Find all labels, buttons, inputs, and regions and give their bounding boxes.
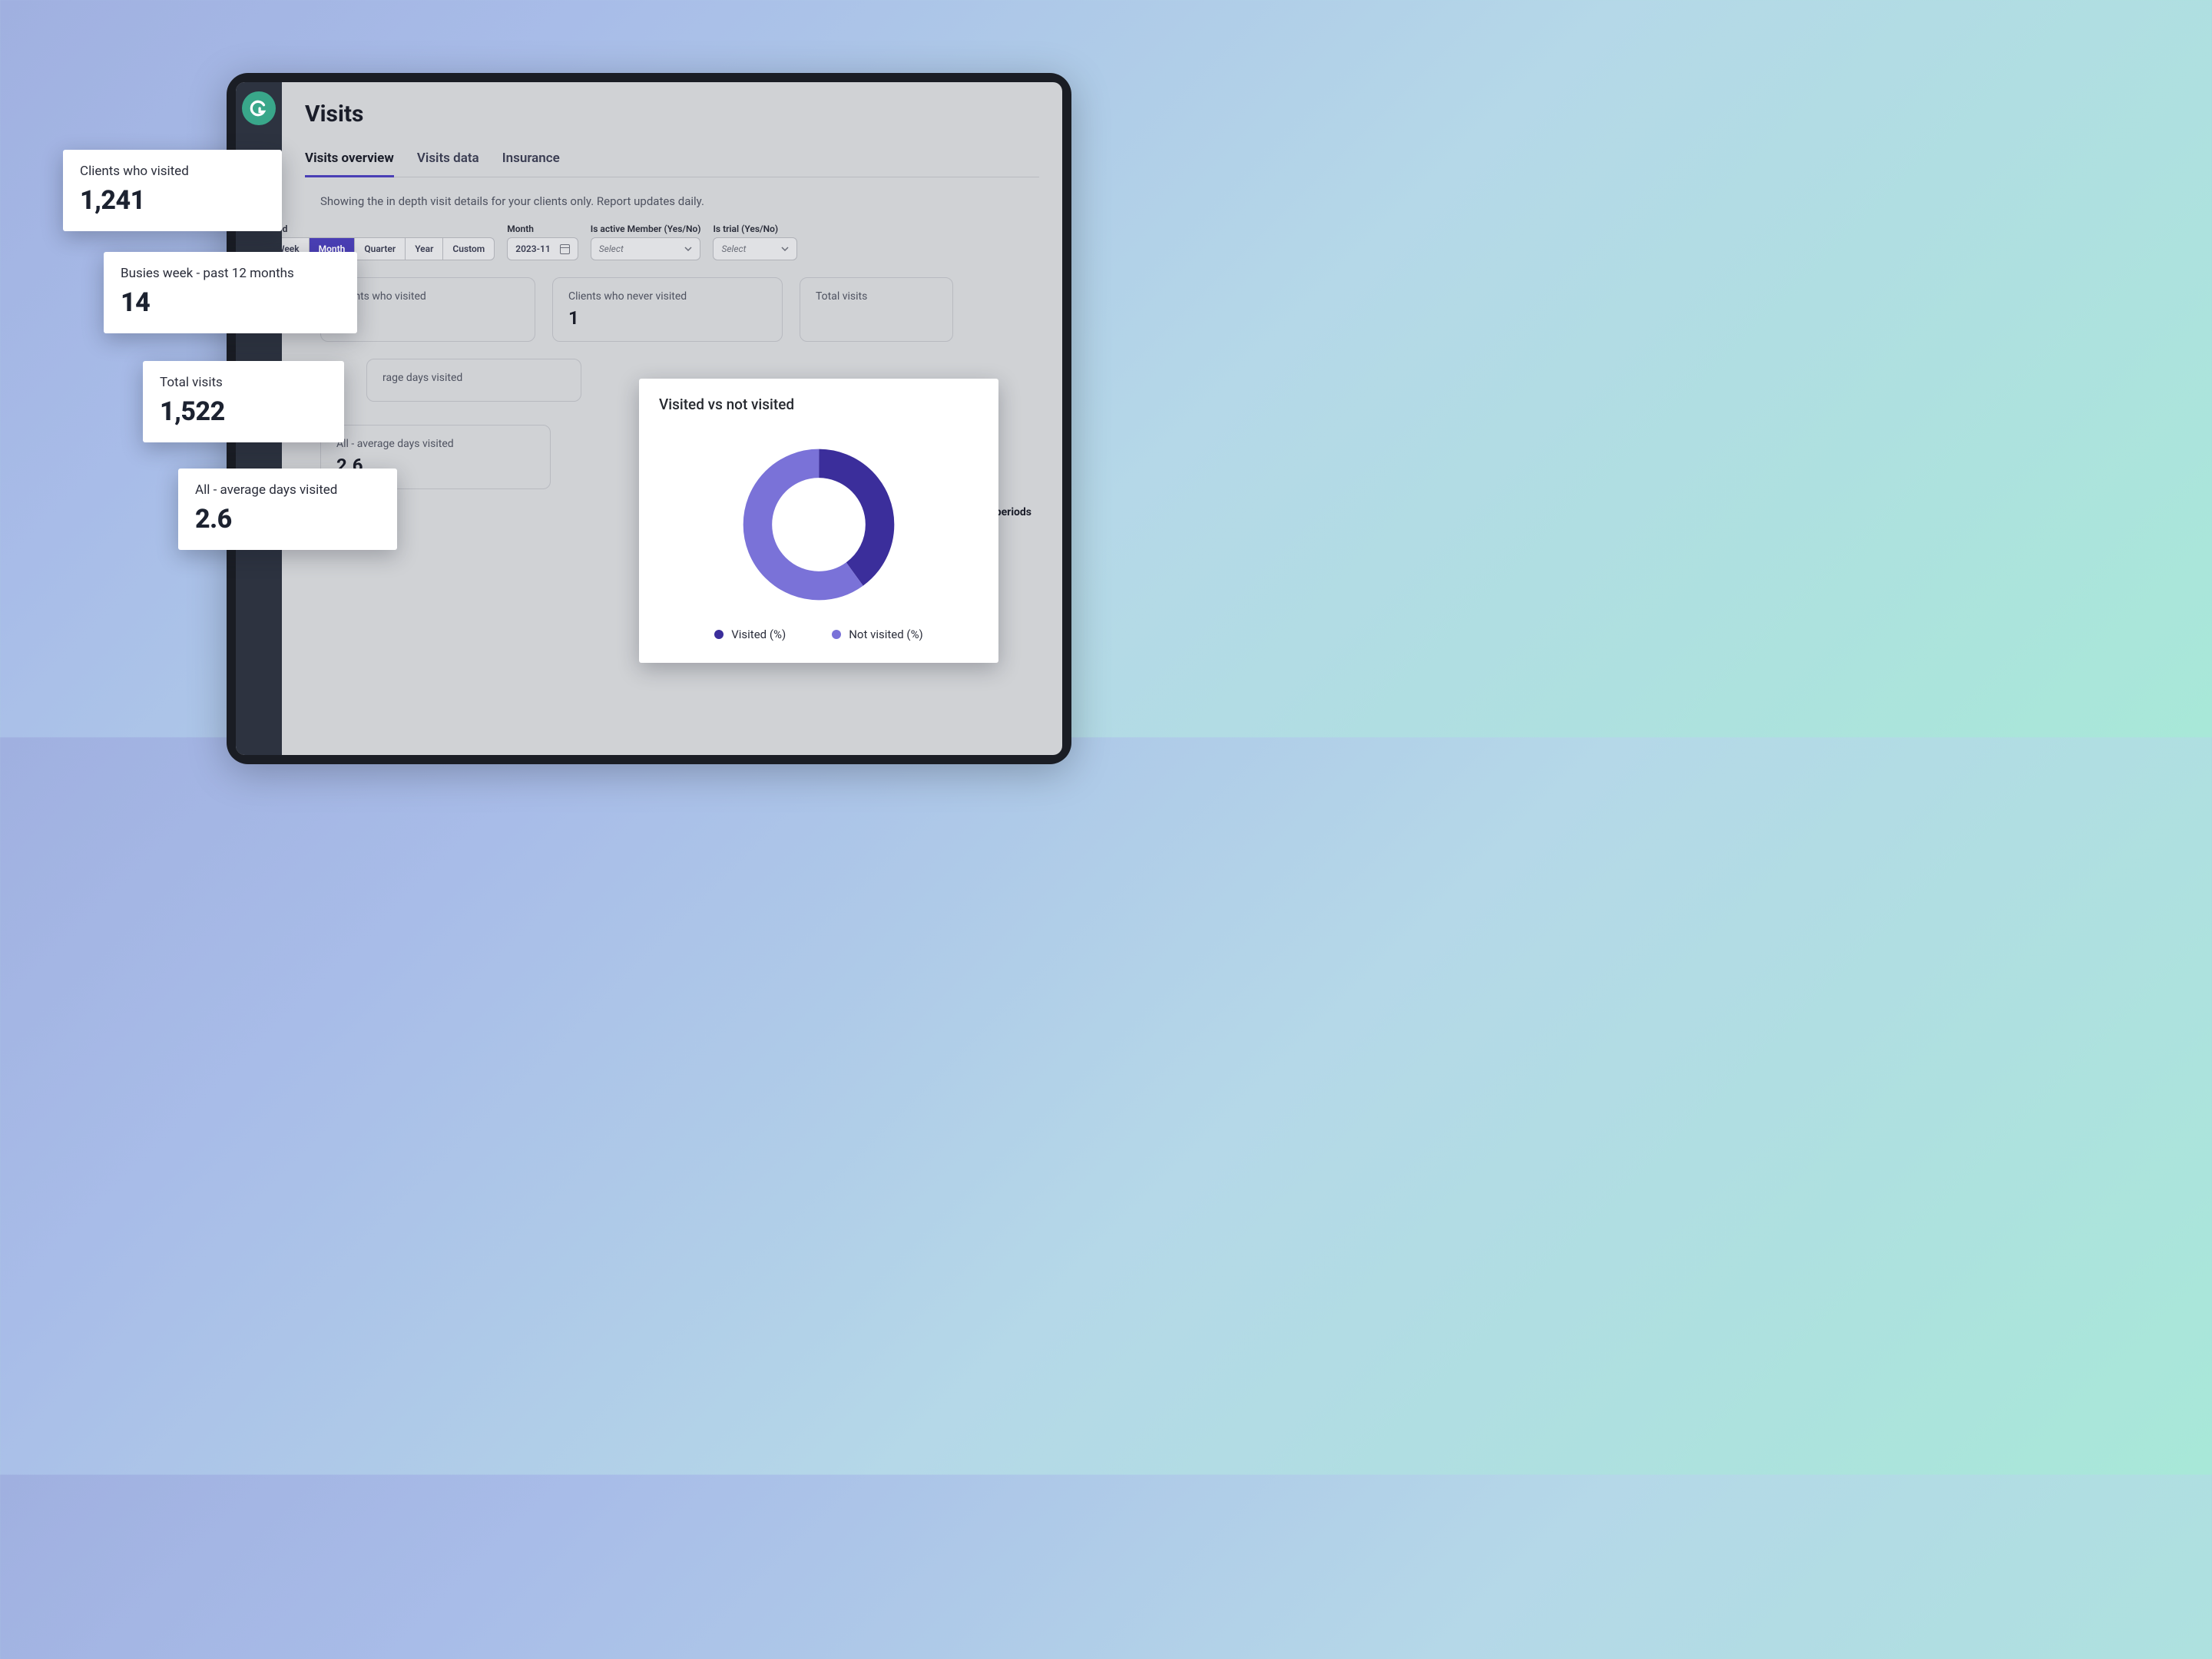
tab-visits-data[interactable]: Visits data [417,146,479,177]
highlight-card-avg-days: All - average days visited 2.6 [178,469,397,550]
donut-chart [659,421,979,628]
trial-select[interactable]: Select [713,237,797,260]
metric-value: 41 [336,307,519,329]
legend-visited: Visited (%) [714,628,786,641]
period-label: eriod [282,224,495,234]
tab-insurance[interactable]: Insurance [502,146,560,177]
metric-label: Clients who visited [336,290,519,303]
period-quarter[interactable]: Quarter [355,238,406,260]
logo-g-icon [249,98,269,118]
legend-dot-icon [832,630,841,639]
chevron-down-icon [781,247,789,251]
app-logo[interactable] [242,91,276,125]
highlight-card-clients-visited: Clients who visited 1,241 [63,150,282,231]
highlight-value: 1,241 [80,185,265,216]
period-year[interactable]: Year [406,238,443,260]
chart-legend: Visited (%) Not visited (%) [659,628,979,646]
highlight-value: 2.6 [195,504,380,535]
calendar-icon [560,244,570,254]
active-member-label: Is active Member (Yes/No) [591,224,701,234]
highlight-label: All - average days visited [195,482,380,498]
tabs: Visits overview Visits data Insurance [305,146,1039,177]
month-filter: Month 2023-11 [507,224,578,260]
period-custom[interactable]: Custom [443,238,494,260]
legend-dot-icon [714,630,724,639]
highlight-label: Busies week - past 12 months [121,266,340,281]
highlight-card-total-visits: Total visits 1,522 [143,361,344,442]
select-placeholder: Select [599,243,624,254]
metric-row-1: Clients who visited 41 Clients who never… [320,277,1039,342]
month-picker[interactable]: 2023-11 [507,237,578,260]
metric-label: All - average days visited [336,438,535,450]
legend-label: Not visited (%) [849,628,923,641]
month-label: Month [507,224,578,234]
highlight-label: Clients who visited [80,164,265,179]
legend-not-visited: Not visited (%) [832,628,923,641]
month-value: 2023-11 [515,243,551,254]
highlight-label: Total visits [160,375,327,390]
trial-label: Is trial (Yes/No) [713,224,797,234]
metric-value: 1 [568,307,767,329]
highlight-value: 14 [121,287,340,318]
metric-label: Clients who never visited [568,290,767,303]
metric-clients-never-visited: Clients who never visited 1 [552,277,783,342]
select-placeholder-2: Select [721,243,746,254]
trial-filter: Is trial (Yes/No) Select [713,224,797,260]
metric-total-visits: Total visits [800,277,953,342]
chart-title: Visited vs not visited [659,396,979,413]
filter-bar: eriod Week Month Quarter Year Custom Mon… [282,224,1039,260]
active-member-select[interactable]: Select [591,237,701,260]
highlight-value: 1,522 [160,396,327,427]
description-text: Showing the in depth visit details for y… [320,194,1039,208]
chevron-down-icon [684,247,692,251]
chart-card-visited-vs-not: Visited vs not visited Visited (%) Not v… [639,379,998,663]
highlight-card-busiest-week: Busies week - past 12 months 14 [104,252,357,333]
legend-label: Visited (%) [731,628,786,641]
metric-label: Total visits [816,290,937,303]
metric-label: rage days visited [382,372,565,384]
tab-visits-overview[interactable]: Visits overview [305,146,394,177]
metric-avg-days-top: rage days visited [366,359,581,402]
page-title: Visits [305,101,1039,127]
active-member-filter: Is active Member (Yes/No) Select [591,224,701,260]
